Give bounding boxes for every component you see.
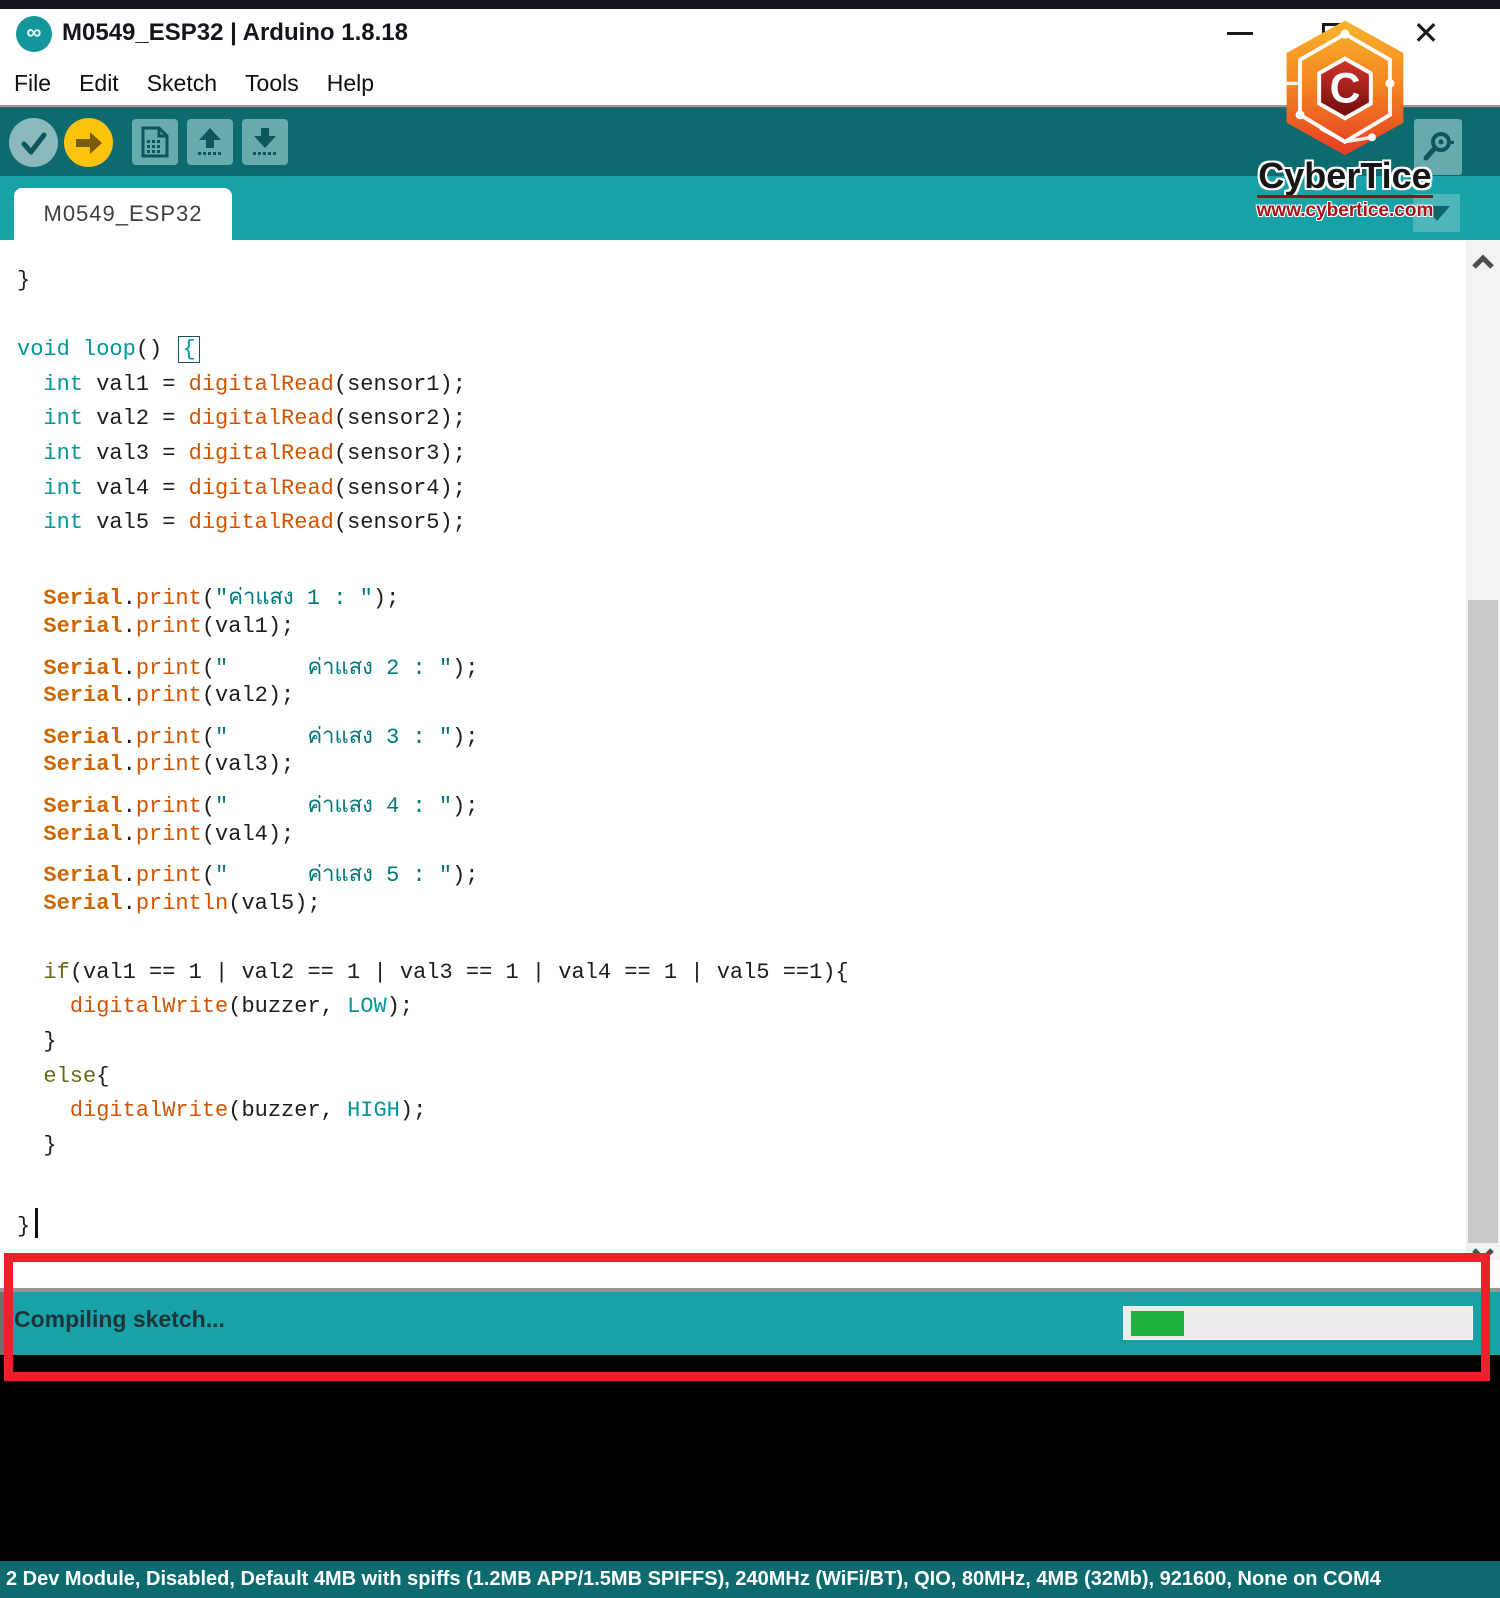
window-top-edge — [0, 0, 1500, 9]
code-line: int val5 = digitalRead(sensor5); — [43, 510, 466, 536]
svg-text:C: C — [1330, 64, 1361, 112]
cybertice-watermark: C CyberTice www.cybertice.com — [1256, 16, 1434, 222]
code-line: Serial.print(val1); — [43, 613, 295, 639]
verify-button[interactable] — [9, 118, 58, 167]
board-info-bar: 2 Dev Module, Disabled, Default 4MB with… — [0, 1561, 1500, 1598]
arduino-ide-window: ∞ M0549_ESP32 | Arduino 1.8.18 ✕ File Ed… — [0, 0, 1500, 1598]
tab-sketch[interactable]: M0549_ESP32 — [14, 188, 232, 240]
code-content: } void loop() { int val1 = digitalRead(se… — [0, 268, 1460, 1239]
code-line: } — [17, 268, 31, 293]
new-sketch-icon — [141, 126, 169, 158]
code-line: digitalWrite(buzzer, LOW); — [69, 994, 414, 1020]
menu-edit[interactable]: Edit — [75, 68, 123, 99]
scroll-up-icon — [1472, 254, 1494, 269]
watermark-url: www.cybertice.com — [1256, 195, 1434, 222]
watermark-brand: CyberTice — [1258, 155, 1432, 196]
code-line: Serial.print(" ค่าแสง 5 : "); — [43, 863, 479, 889]
code-line: Serial.print(val3); — [43, 752, 295, 778]
arduino-logo-icon: ∞ — [16, 16, 52, 52]
menu-help[interactable]: Help — [323, 68, 378, 99]
arrow-right-icon — [75, 131, 102, 154]
code-line: Serial.print(" ค่าแสง 3 : "); — [43, 724, 479, 750]
arrow-up-icon — [198, 128, 221, 155]
minimize-icon — [1227, 31, 1253, 35]
code-line: Serial.print(" ค่าแสง 4 : "); — [43, 793, 479, 819]
code-line: int val4 = digitalRead(sensor4); — [43, 475, 466, 501]
scrollbar-thumb[interactable] — [1468, 600, 1498, 1243]
console-output — [0, 1355, 1500, 1561]
code-line: Serial.print("ค่าแสง 1 : "); — [43, 586, 400, 612]
code-line: } — [17, 1029, 57, 1055]
window-title: M0549_ESP32 | Arduino 1.8.18 — [62, 19, 408, 46]
code-line: int val3 = digitalRead(sensor3); — [43, 440, 466, 466]
board-info-text: 2 Dev Module, Disabled, Default 4MB with… — [6, 1568, 1381, 1590]
code-line: Serial.print(" ค่าแสง 2 : "); — [43, 655, 479, 681]
scroll-up-button[interactable] — [1466, 244, 1500, 280]
annotation-highlight-rectangle — [4, 1253, 1490, 1381]
code-line: } — [17, 1132, 57, 1158]
arrow-down-icon — [253, 128, 276, 155]
tab-label: M0549_ESP32 — [43, 201, 203, 226]
code-line: Serial.print(val2); — [43, 683, 295, 709]
code-line: int val2 = digitalRead(sensor2); — [43, 406, 466, 432]
menu-sketch[interactable]: Sketch — [143, 68, 221, 99]
text-caret — [35, 1208, 39, 1239]
code-editor[interactable]: } void loop() { int val1 = digitalRead(se… — [0, 240, 1500, 1288]
code-line: Serial.println(val5); — [43, 890, 321, 916]
menu-tools[interactable]: Tools — [241, 68, 303, 99]
code-line: } — [17, 1202, 1460, 1239]
upload-button[interactable] — [64, 118, 113, 167]
cybertice-logo-icon: C — [1286, 20, 1404, 156]
new-sketch-button[interactable] — [132, 119, 178, 165]
open-button[interactable] — [187, 119, 233, 165]
code-line: int val1 = digitalRead(sensor1); — [43, 371, 466, 397]
code-line: if(val1 == 1 | val2 == 1 | val3 == 1 | v… — [43, 959, 849, 985]
check-icon — [21, 132, 46, 154]
code-line: digitalWrite(buzzer, HIGH); — [69, 1098, 427, 1124]
menu-file[interactable]: File — [10, 68, 55, 99]
save-button[interactable] — [242, 119, 288, 165]
code-line: Serial.print(val4); — [43, 821, 295, 847]
code-line: void loop() { — [17, 336, 1460, 372]
code-line: else{ — [43, 1063, 110, 1089]
